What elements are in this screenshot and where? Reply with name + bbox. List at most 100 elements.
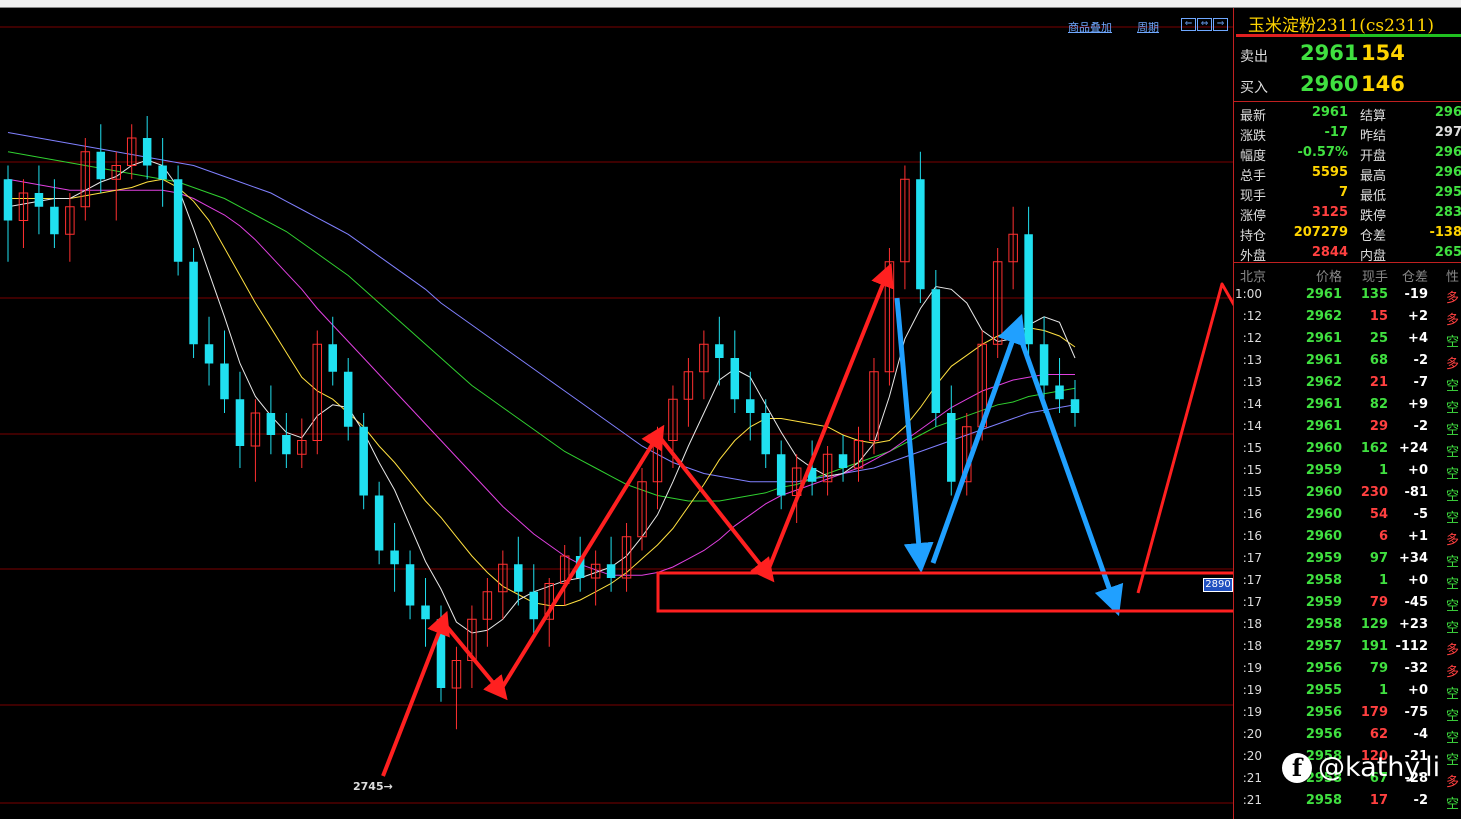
tick-time: :21	[1242, 793, 1262, 807]
tick-row[interactable]: :13 2961 68 -2 多	[1234, 350, 1461, 372]
tick-header-price: 价格	[1315, 270, 1342, 285]
stat-label: 仓差	[1360, 229, 1387, 244]
tick-row[interactable]: :21 2958 17 -2 空	[1234, 790, 1461, 812]
tick-row[interactable]: :15 2960 230 -81 空	[1234, 482, 1461, 504]
tick-time: :19	[1242, 661, 1262, 675]
candle-body	[514, 564, 523, 592]
candle-body	[282, 435, 291, 455]
tick-row[interactable]: :15 2960 162 +24 空	[1234, 438, 1461, 460]
tick-time: :15	[1242, 463, 1262, 477]
moving-average-lines	[7, 132, 1076, 634]
tick-price: 2955	[1305, 683, 1342, 698]
buy-label: 买入	[1240, 80, 1268, 96]
period-link[interactable]: 周期	[1137, 19, 1159, 35]
tick-diff: +0	[1408, 463, 1428, 478]
tick-row[interactable]: :17 2958 1 +0 空	[1234, 570, 1461, 592]
sell-label: 卖出	[1240, 49, 1268, 65]
tick-row[interactable]: :14 2961 29 -2 空	[1234, 416, 1461, 438]
stat-value: 207279	[1293, 225, 1348, 240]
title-underline-green	[1350, 34, 1461, 37]
stat-label: 涨停	[1240, 209, 1267, 224]
tick-nature: 空	[1446, 599, 1460, 614]
watermark-text: @kathy.li	[1318, 752, 1441, 783]
candle-body	[189, 261, 198, 345]
tick-row[interactable]: :15 2959 1 +0 空	[1234, 460, 1461, 482]
tick-volume: 97	[1369, 551, 1388, 566]
tick-price: 2957	[1305, 639, 1342, 654]
tick-nature: 多	[1446, 775, 1460, 790]
candle-body	[173, 179, 183, 262]
tick-row[interactable]: :18 2958 129 +23 空	[1234, 614, 1461, 636]
stat-value: 3125	[1311, 205, 1348, 220]
tick-diff: +0	[1408, 573, 1428, 588]
tick-time: :20	[1242, 727, 1262, 741]
tick-nature: 多	[1446, 643, 1460, 658]
tick-time: :12	[1242, 309, 1262, 323]
tick-diff: -4	[1413, 727, 1428, 742]
trend-arrow	[1014, 327, 1124, 617]
tick-nature: 空	[1446, 401, 1460, 416]
candle-body	[1039, 344, 1049, 386]
candle-body	[761, 413, 770, 455]
tick-header-volume: 现手	[1361, 270, 1388, 285]
tick-row[interactable]: :19 2956 79 -32 多	[1234, 658, 1461, 680]
kline-chart[interactable]	[0, 8, 1233, 819]
tick-row[interactable]: :19 2956 179 -75 空	[1234, 702, 1461, 724]
ma40-line	[7, 151, 1076, 502]
tick-row[interactable]: :20 2956 62 -4 空	[1234, 724, 1461, 746]
stat-label: 开盘	[1360, 149, 1387, 164]
stat-row: 外盘 2844 内盘 265	[1234, 243, 1461, 264]
tick-row[interactable]: :12 2961 25 +4 空	[1234, 328, 1461, 350]
instrument-title: 玉米淀粉2311(cs2311)	[1248, 16, 1435, 36]
nav-left-icon[interactable]: ⇐	[1181, 18, 1196, 31]
nav-expand-icon[interactable]: ⇔	[1197, 18, 1212, 31]
tick-volume: 54	[1369, 507, 1388, 522]
tick-volume: 191	[1360, 639, 1388, 654]
overlay-link[interactable]: 商品叠加	[1068, 19, 1112, 35]
tick-row[interactable]: :19 2955 1 +0 空	[1234, 680, 1461, 702]
candle-body	[235, 399, 245, 446]
tick-nature: 多	[1446, 533, 1460, 548]
tick-diff: -81	[1404, 485, 1429, 500]
tick-volume: 1	[1378, 683, 1388, 698]
tick-price: 2961	[1305, 331, 1342, 346]
tick-header-time: 北京	[1240, 270, 1267, 285]
stat-row: 涨停 3125 跌停 283	[1234, 203, 1461, 224]
tick-row[interactable]: :17 2959 79 -45 空	[1234, 592, 1461, 614]
tick-row[interactable]: 21:00 2961 135 -19 多	[1234, 284, 1461, 306]
support-zone-box	[656, 571, 1233, 613]
panel-separator	[1234, 262, 1461, 263]
tick-time: :18	[1242, 639, 1262, 653]
candle-body	[266, 413, 276, 435]
tick-time: :13	[1242, 353, 1262, 367]
stat-value: 295	[1434, 185, 1461, 200]
tick-row[interactable]: :17 2959 97 +34 空	[1234, 548, 1461, 570]
tick-row[interactable]: :16 2960 54 -5 空	[1234, 504, 1461, 526]
tick-row[interactable]: :16 2960 6 +1 多	[1234, 526, 1461, 548]
candle-body	[96, 151, 106, 180]
tick-row[interactable]: :14 2961 82 +9 空	[1234, 394, 1461, 416]
tick-time: :19	[1242, 705, 1262, 719]
stat-label: 最新	[1240, 109, 1267, 124]
tick-price: 2956	[1305, 661, 1342, 676]
trend-arrow	[894, 297, 934, 573]
tick-price: 2956	[1305, 727, 1342, 742]
buy-volume: 146	[1361, 72, 1405, 96]
stat-value: 297	[1434, 125, 1461, 140]
tick-diff: -7	[1413, 375, 1428, 390]
nav-right-icon[interactable]: ⇒	[1213, 18, 1228, 31]
tick-row[interactable]: :13 2962 21 -7 空	[1234, 372, 1461, 394]
tick-price: 2959	[1305, 551, 1342, 566]
stat-row: 幅度 -0.57% 开盘 296	[1234, 143, 1461, 164]
candle-body	[1055, 385, 1064, 400]
tick-row[interactable]: :12 2962 15 +2 多	[1234, 306, 1461, 328]
stat-label: 总手	[1240, 169, 1267, 184]
tick-row[interactable]: :18 2957 191 -112 多	[1234, 636, 1461, 658]
candle-body	[359, 426, 368, 496]
candle-body	[715, 344, 724, 358]
candle-body	[50, 206, 59, 235]
tick-time: :20	[1242, 749, 1262, 763]
kline-chart-area[interactable]: 商品叠加 周期 ⇐ ⇔ ⇒ 2745→ 2890	[0, 8, 1233, 819]
tick-diff: -2	[1413, 793, 1428, 808]
tick-volume: 29	[1369, 419, 1388, 434]
